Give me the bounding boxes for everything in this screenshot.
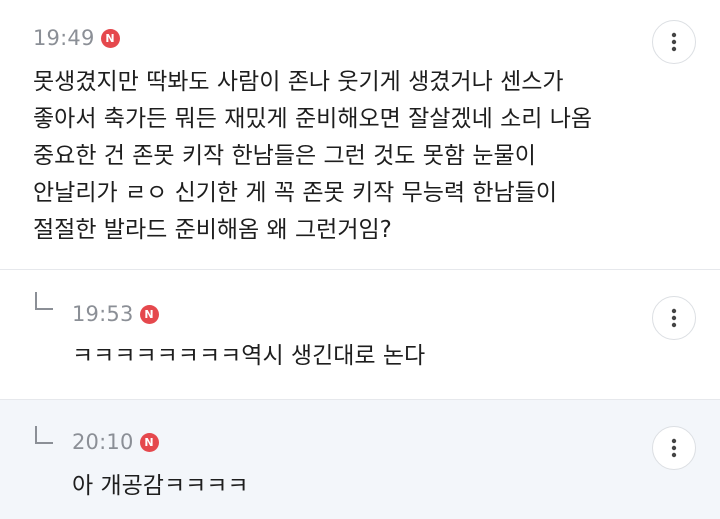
reply-text: ㅋㅋㅋㅋㅋㅋㅋㅋ역시 생긴대로 논다 (72, 343, 426, 369)
more-vertical-icon (671, 308, 677, 328)
comment-meta: 19:49 N (33, 26, 120, 50)
comment-timestamp: 19:49 (33, 26, 95, 50)
reply-item-highlighted: 20:10 N 아 개공감ㅋㅋㅋㅋ (0, 400, 720, 519)
reply-meta: 19:53 N (72, 302, 159, 326)
reply-item: 19:53 N ㅋㅋㅋㅋㅋㅋㅋㅋ역시 생긴대로 논다 (0, 270, 720, 400)
reply-timestamp: 19:53 (72, 302, 134, 326)
reply-arrow-icon (35, 292, 53, 310)
new-badge: N (139, 432, 159, 452)
reply-timestamp: 20:10 (72, 430, 134, 454)
more-options-button[interactable] (652, 296, 696, 340)
more-vertical-icon (671, 438, 677, 458)
more-options-button[interactable] (652, 426, 696, 470)
comment-item: 19:49 N 못생겼지만 딱봐도 사람이 존나 웃기게 생겼거나 센스가 좋아… (0, 0, 720, 270)
more-vertical-icon (671, 32, 677, 52)
more-options-button[interactable] (652, 20, 696, 64)
new-badge: N (139, 304, 159, 324)
new-badge: N (100, 28, 120, 48)
comment-text: 못생겼지만 딱봐도 사람이 존나 웃기게 생겼거나 센스가 좋아서 축가든 뭐든… (33, 69, 593, 243)
reply-text: 아 개공감ㅋㅋㅋㅋ (72, 473, 249, 499)
reply-meta: 20:10 N (72, 430, 159, 454)
reply-arrow-icon (35, 426, 53, 444)
